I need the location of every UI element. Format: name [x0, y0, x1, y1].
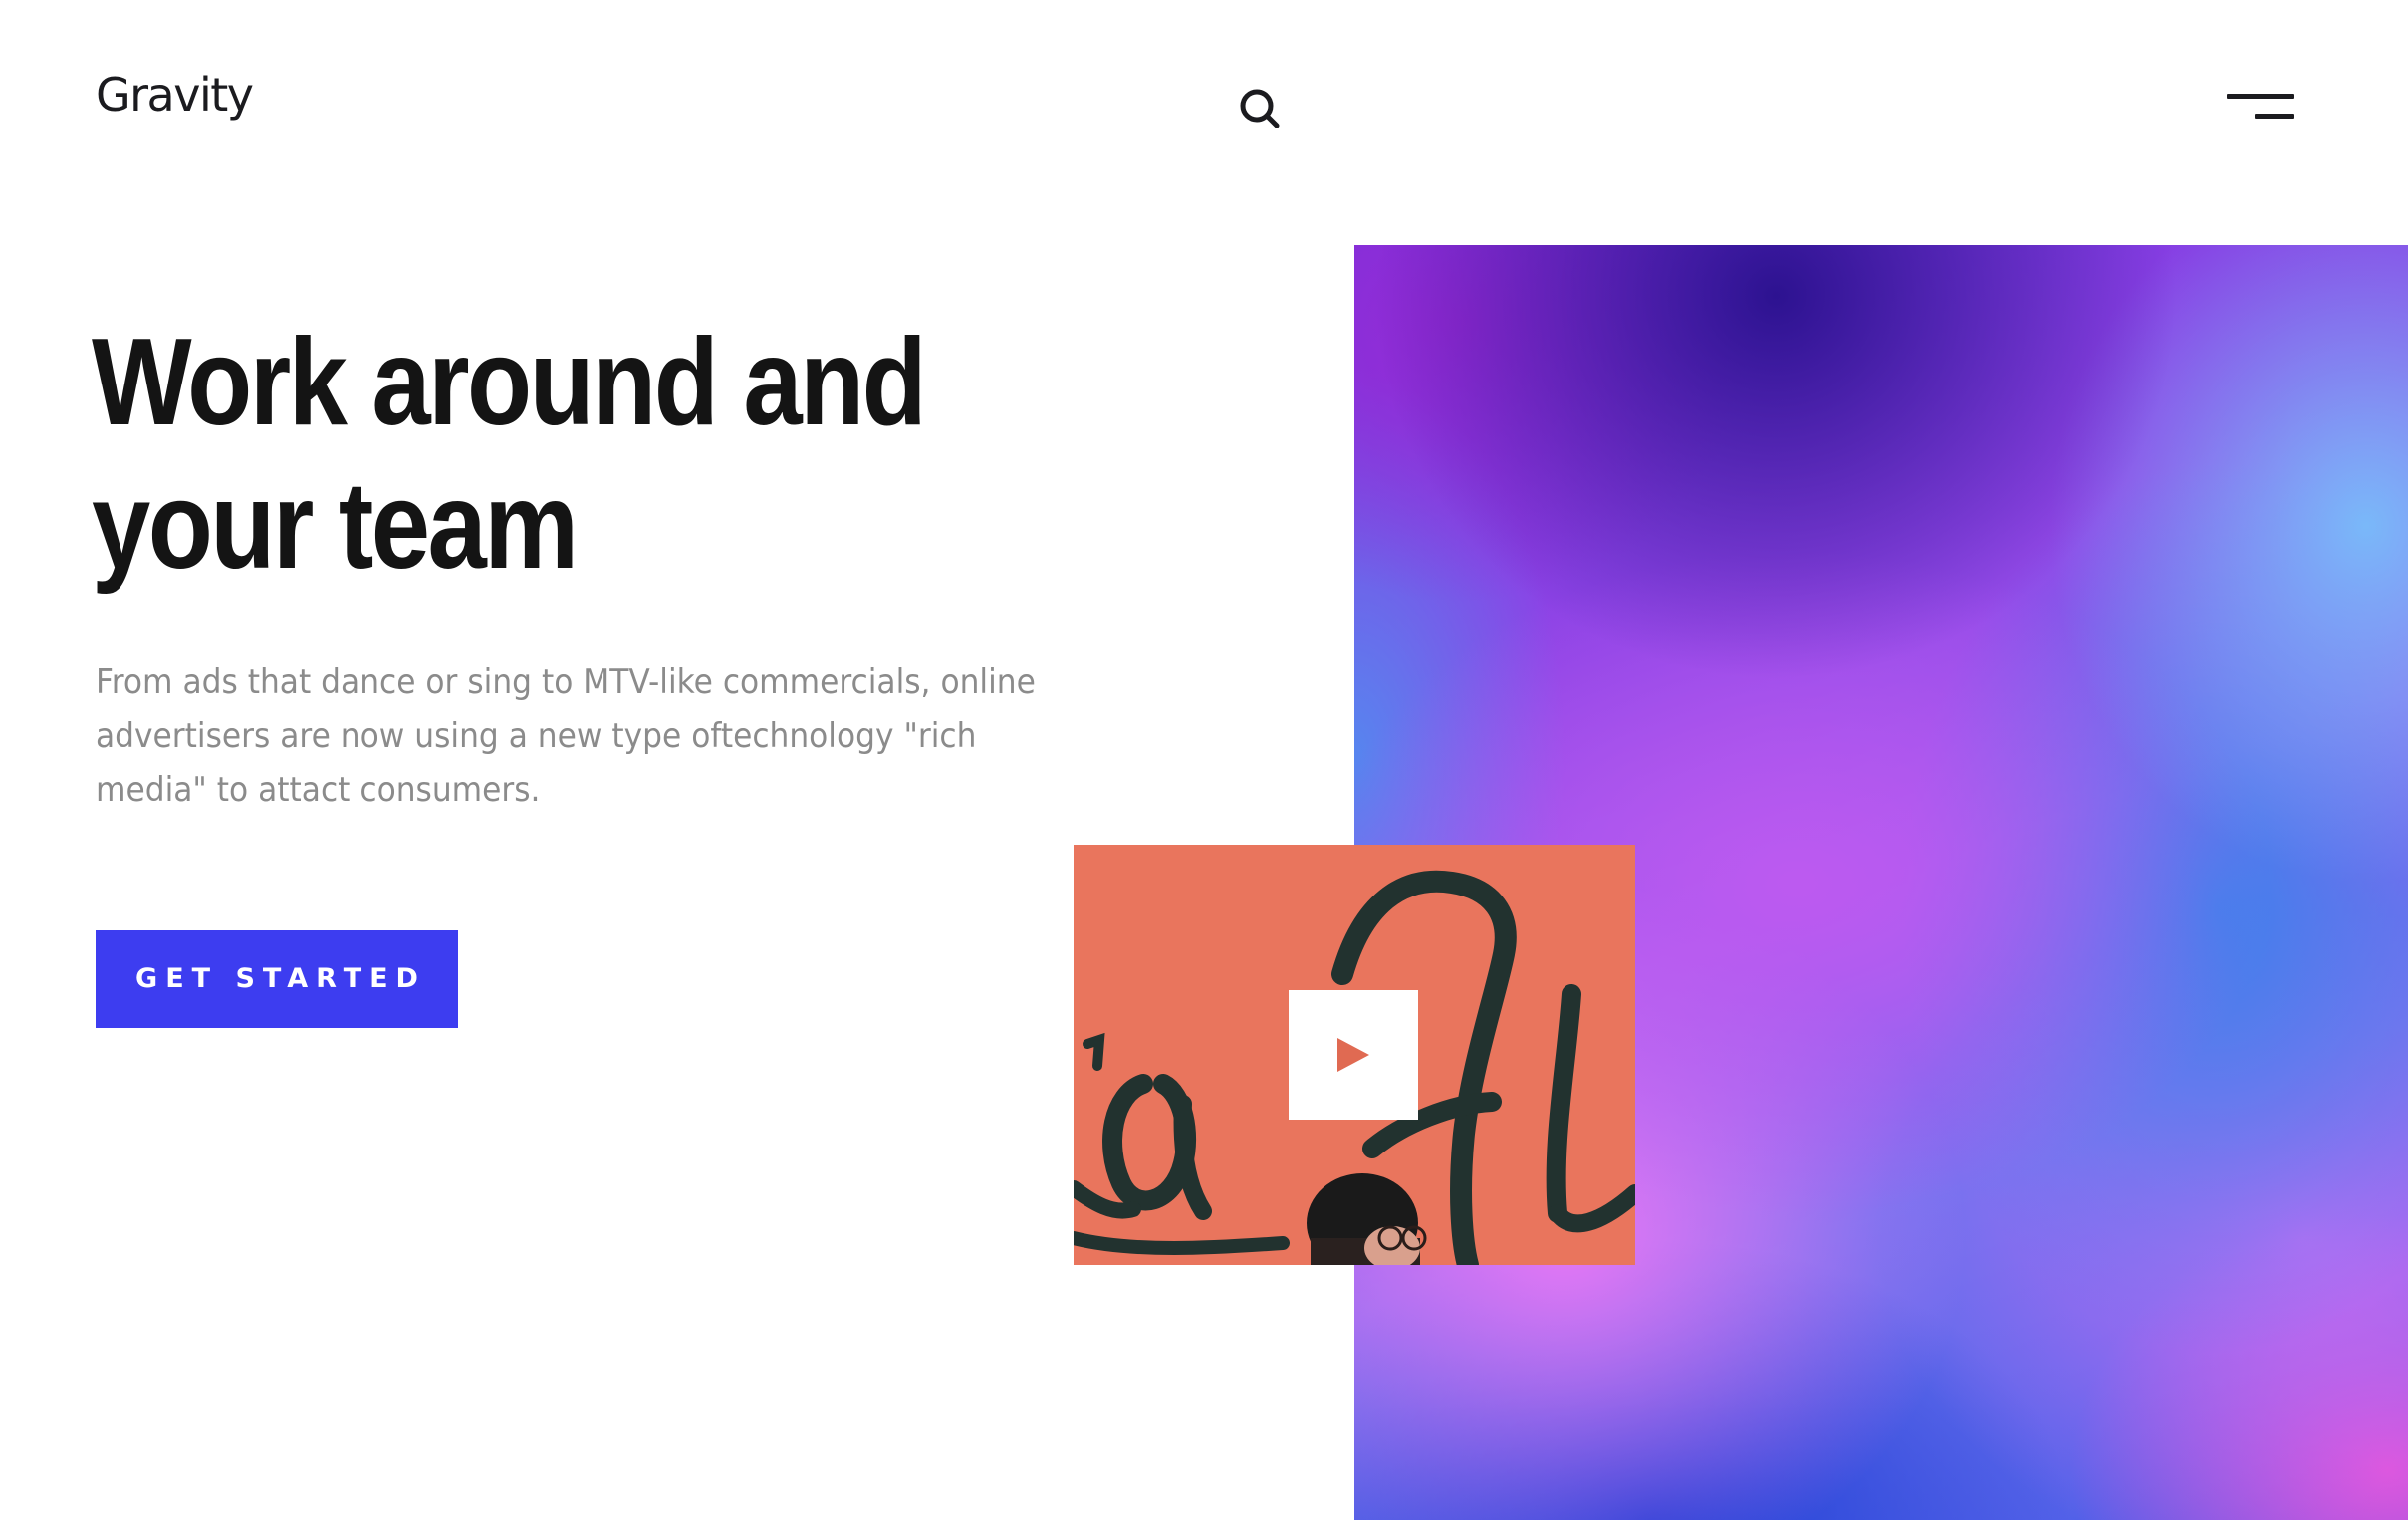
menu-icon-bar: [2255, 114, 2294, 119]
menu-button[interactable]: [2223, 90, 2298, 129]
video-thumbnail[interactable]: [1074, 845, 1635, 1265]
search-button[interactable]: [1235, 84, 1287, 135]
menu-icon: [2227, 94, 2294, 99]
get-started-button[interactable]: GET STARTED: [96, 930, 458, 1028]
hero-title: Work around and your team: [92, 311, 1034, 598]
logo[interactable]: Gravity: [96, 72, 254, 118]
hero-title-line-1: Work around and: [92, 314, 927, 451]
search-icon: [1240, 89, 1280, 128]
play-icon: [1337, 1038, 1369, 1072]
play-button[interactable]: [1289, 990, 1418, 1120]
hero-description: From ads that dance or sing to MTV-like …: [96, 662, 1036, 810]
hero-title-line-2: your team: [92, 457, 579, 595]
